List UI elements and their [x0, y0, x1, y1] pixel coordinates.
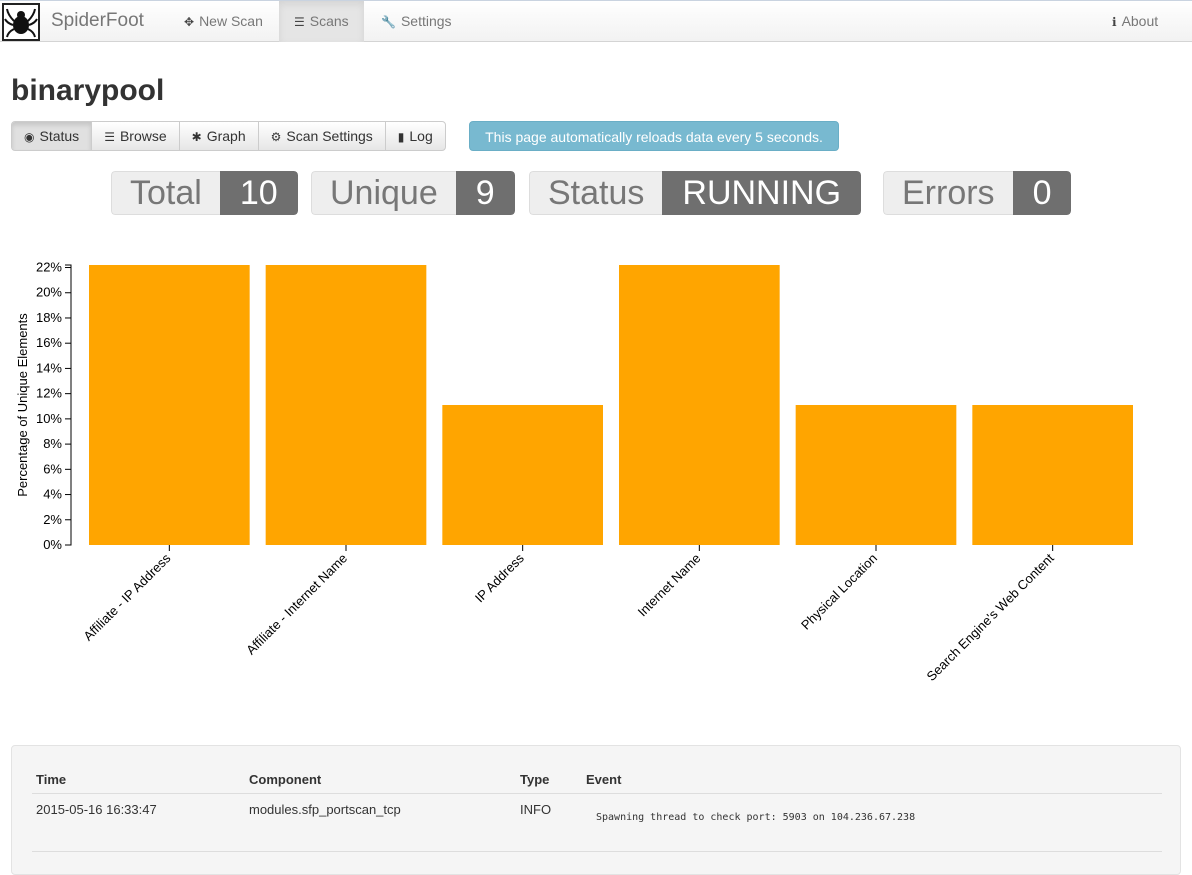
- header-divider: [32, 793, 1162, 794]
- y-tick-label: 20%: [36, 285, 62, 300]
- stat-value: 0: [1012, 171, 1072, 215]
- nav-settings[interactable]: 🔧 Settings: [366, 1, 467, 42]
- stat-value: RUNNING: [662, 171, 862, 215]
- nav-about[interactable]: ℹ About: [1097, 1, 1173, 42]
- y-tick-label: 6%: [43, 461, 62, 476]
- nav-new-scan-label: New Scan: [199, 13, 263, 29]
- book-icon: ▮: [397, 130, 405, 144]
- x-tick-label: Affiliate - Internet Name: [243, 551, 350, 658]
- wrench-icon: 🔧: [381, 15, 396, 29]
- y-tick-label: 8%: [43, 436, 62, 451]
- y-tick-label: 12%: [36, 386, 62, 401]
- scan-tabs: ◉ Status ☰ Browse ✱ Graph ⚙ Scan Settings ▮ L…: [11, 121, 446, 151]
- y-axis-line: [65, 264, 72, 546]
- brand-name[interactable]: SpiderFoot: [51, 10, 144, 32]
- stat-label: Errors: [883, 171, 1013, 215]
- bar: [442, 405, 603, 545]
- bar: [619, 265, 780, 545]
- y-tick-label: 0%: [43, 537, 62, 552]
- page-title: binarypool: [11, 74, 165, 107]
- tab-browse-label: Browse: [119, 128, 167, 144]
- y-tick-label: 2%: [43, 512, 62, 527]
- tab-scan-settings[interactable]: ⚙ Scan Settings: [259, 122, 386, 150]
- nav-about-label: About: [1121, 13, 1159, 29]
- tab-log-label: Log: [409, 128, 433, 144]
- y-tick-label: 22%: [36, 260, 62, 275]
- eye-icon: ◉: [24, 130, 35, 144]
- x-tick-label: Affiliate - IP Address: [80, 550, 173, 643]
- stat-label: Total: [111, 171, 220, 215]
- x-tick-label: IP Address: [472, 550, 527, 605]
- bar: [972, 405, 1133, 545]
- row-divider: [32, 851, 1162, 852]
- x-tick-label: Physical Location: [798, 551, 880, 633]
- cog-icon: ⚙: [270, 130, 282, 144]
- nav-scans-label: Scans: [309, 13, 349, 29]
- bar-chart: 0% 2% 4% 6% 8% 10% 12% 14% 16% 18% 20% 22% Percentag…: [15, 260, 1133, 684]
- y-tick-label: 10%: [36, 411, 62, 426]
- tab-scan-settings-label: Scan Settings: [286, 128, 373, 144]
- y-tick-label: 14%: [36, 360, 62, 375]
- list-icon: ☰: [104, 130, 115, 144]
- tab-status[interactable]: ◉ Status: [12, 122, 93, 150]
- x-tick-label: Internet Name: [635, 551, 704, 620]
- crosshair-icon: ✥: [184, 15, 195, 29]
- reload-notice: This page automatically reloads data eve…: [469, 121, 839, 151]
- list-icon: ☰: [294, 15, 305, 29]
- x-tick-label: Search Engine's Web Content: [923, 550, 1057, 684]
- tab-log[interactable]: ▮ Log: [386, 122, 445, 150]
- stat-errors: Errors 0: [883, 171, 1072, 215]
- log-component: modules.sfp_portscan_tcp: [249, 802, 401, 817]
- tab-browse[interactable]: ☰ Browse: [92, 122, 180, 150]
- stat-label: Status: [529, 171, 663, 215]
- y-axis-title: Percentage of Unique Elements: [15, 313, 30, 497]
- tab-status-label: Status: [39, 128, 80, 144]
- y-tick-label: 18%: [36, 310, 62, 325]
- col-component: Component: [249, 772, 322, 787]
- log-event: Spawning thread to check port: 5903 on 1…: [596, 812, 916, 823]
- spider-icon: [4, 8, 38, 38]
- stat-label: Unique: [311, 171, 456, 215]
- nav-new-scan[interactable]: ✥ New Scan: [169, 1, 278, 42]
- log-time: 2015-05-16 16:33:47: [36, 802, 157, 817]
- col-event: Event: [586, 772, 622, 787]
- col-type: Type: [520, 772, 550, 787]
- asterisk-icon: ✱: [191, 130, 202, 144]
- bar: [89, 265, 250, 545]
- log-panel: Time Component Type Event 2015-05-16 16:…: [11, 745, 1181, 875]
- y-tick-label: 4%: [43, 487, 62, 502]
- col-time: Time: [36, 772, 67, 787]
- stat-value: 10: [219, 171, 298, 215]
- info-icon: ℹ: [1112, 15, 1117, 29]
- bar: [795, 405, 957, 545]
- stat-unique: Unique 9: [311, 171, 515, 215]
- log-type: INFO: [520, 802, 552, 817]
- navbar: SpiderFoot ✥ New Scan ☰ Scans 🔧 Settings ℹA…: [0, 0, 1192, 42]
- spiderfoot-logo[interactable]: [2, 3, 40, 41]
- stat-value: 9: [455, 171, 515, 215]
- y-tick-label: 16%: [36, 335, 62, 350]
- tab-graph-label: Graph: [206, 128, 246, 144]
- nav-settings-label: Settings: [400, 13, 452, 29]
- nav-scans[interactable]: ☰ Scans: [279, 1, 364, 42]
- tab-graph[interactable]: ✱ Graph: [180, 122, 259, 150]
- stat-total: Total 10: [111, 171, 298, 215]
- bar: [265, 265, 427, 545]
- stat-status: Status RUNNING: [529, 171, 862, 215]
